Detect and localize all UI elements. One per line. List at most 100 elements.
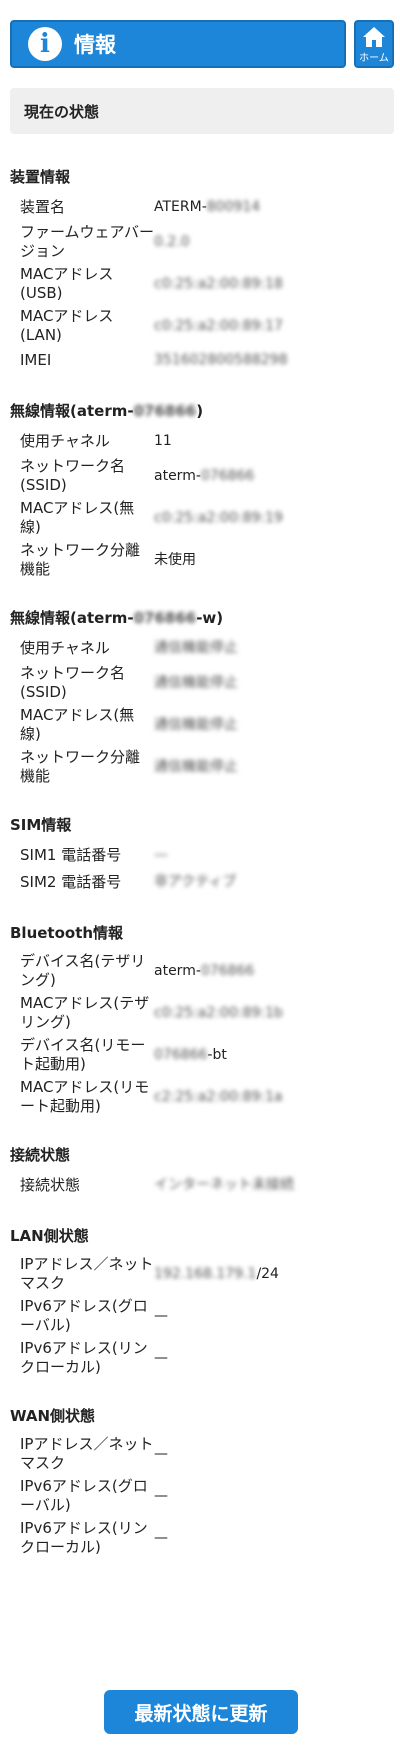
info-row: デバイス名(リモート起動用) 076866-bt <box>0 1034 400 1076</box>
row-label: MACアドレス(テザリング) <box>20 994 150 1031</box>
page-title: 情報 <box>74 33 116 57</box>
info-row: MACアドレス(無線) c0:25:a2:00:89:19 <box>0 497 400 539</box>
row-label: 接続状態 <box>20 1176 81 1194</box>
info-row: IPv6アドレス(リンクローカル) — <box>0 1517 400 1559</box>
row-value-redacted: 076866 <box>200 467 255 484</box>
row-label: MACアドレス(LAN) <box>20 307 114 344</box>
row-value-redacted: c0:25:a2:00:89:18 <box>154 275 283 292</box>
row-value-redacted: c2:25:a2:00:89:1a <box>154 1088 283 1105</box>
section-title-text: 装置情報 <box>10 168 71 186</box>
row-label: IMEI <box>20 351 52 369</box>
home-button[interactable]: ホーム <box>354 20 394 68</box>
row-value-text: — <box>154 1445 168 1462</box>
row-value: 通信機能停止 <box>154 758 400 777</box>
home-label: ホーム <box>359 53 389 64</box>
row-value: 通信機能停止 <box>154 674 400 693</box>
row-value-text: 未使用 <box>154 551 196 568</box>
info-section: SIM情報 SIM1 電話番号 — SIM2 電話番号 非アクティブ <box>0 808 400 896</box>
row-value-text: ATERM- <box>154 199 207 215</box>
row-value: 351602800588298 <box>154 351 400 370</box>
section-title-text: SIM情報 <box>10 816 72 834</box>
info-section: WAN側状態 IPアドレス／ネットマスク — IPv6アドレス(グローバル) — IPv6… <box>0 1399 400 1559</box>
row-label: MACアドレス(無線) <box>20 706 135 743</box>
row-label: ネットワーク名(SSID) <box>20 457 126 494</box>
row-value: c0:25:a2:00:89:18 <box>154 275 400 294</box>
row-value-text: aterm- <box>154 962 201 979</box>
row-value-redacted: インターネット未接続 <box>154 1177 294 1193</box>
row-label: 使用チャネル <box>20 639 110 657</box>
section-title: 無線情報(aterm-076866-w) <box>0 601 400 635</box>
row-label: ファームウェアバージョン <box>20 223 154 260</box>
row-value: 0.2.0 <box>154 233 400 252</box>
info-row: 使用チャネル 11 <box>0 428 400 455</box>
section-title-suffix: -w) <box>196 609 224 627</box>
info-row: IMEI 351602800588298 <box>0 347 400 374</box>
section-title: SIM情報 <box>0 808 400 842</box>
row-value: 11 <box>154 432 400 451</box>
info-row: SIM1 電話番号 — <box>0 842 400 869</box>
row-label: ネットワーク分離機能 <box>20 748 141 785</box>
row-value-redacted: 0.2.0 <box>154 233 190 250</box>
section-title-text: WAN側状態 <box>10 1407 96 1425</box>
info-section: 装置情報 装置名 ATERM-800914 ファームウェアバージョン 0.2.0 MACア… <box>0 160 400 374</box>
row-value: 通信機能停止 <box>154 639 400 658</box>
row-value: c0:25:a2:00:89:19 <box>154 509 400 528</box>
row-value-text: aterm- <box>154 467 201 484</box>
info-row: IPv6アドレス(グローバル) — <box>0 1475 400 1517</box>
info-row: ファームウェアバージョン 0.2.0 <box>0 221 400 263</box>
info-row: ネットワーク分離機能 未使用 <box>0 539 400 581</box>
row-value-redacted: c0:25:a2:00:89:19 <box>154 509 283 526</box>
row-value: — <box>154 846 400 865</box>
home-icon <box>363 27 385 47</box>
row-value: aterm-076866 <box>154 962 400 981</box>
row-label: 使用チャネル <box>20 432 110 450</box>
row-label: IPv6アドレス(リンクローカル) <box>20 1339 148 1376</box>
info-row: ネットワーク名(SSID) aterm-076866 <box>0 455 400 497</box>
row-value-redacted: 通信機能停止 <box>154 674 238 691</box>
section-title-text: 無線情報(aterm- <box>10 609 134 627</box>
row-label: SIM2 電話番号 <box>20 873 122 891</box>
row-value-text: — <box>154 1307 168 1324</box>
row-value: 192.168.179.1/24 <box>154 1265 400 1284</box>
row-label: デバイス名(テザリング) <box>20 952 146 989</box>
row-value: — <box>154 1445 400 1464</box>
info-row: 使用チャネル 通信機能停止 <box>0 635 400 662</box>
row-label: IPアドレス／ネットマスク <box>20 1255 154 1292</box>
section-title: 接続状態 <box>0 1138 400 1172</box>
row-value-text: — <box>154 1349 168 1366</box>
row-value-text: 11 <box>154 433 172 449</box>
info-section: 無線情報(aterm- 076866) 使用チャネル 11 ネットワーク名(SSID) a… <box>0 394 400 581</box>
info-row: 接続状態 インターネット未接続 <box>0 1172 400 1199</box>
row-value-redacted: c0:25:a2:00:89:1b <box>154 1004 283 1021</box>
row-value-text: — <box>154 1529 168 1546</box>
info-row: デバイス名(テザリング) aterm-076866 <box>0 950 400 992</box>
section-title-text: 無線情報(aterm- <box>10 402 134 420</box>
info-row: IPv6アドレス(グローバル) — <box>0 1295 400 1337</box>
info-row: MACアドレス(USB) c0:25:a2:00:89:18 <box>0 263 400 305</box>
info-row: SIM2 電話番号 非アクティブ <box>0 869 400 896</box>
info-row: 装置名 ATERM-800914 <box>0 194 400 221</box>
row-value-text: — <box>154 1487 168 1504</box>
row-value-redacted: 非アクティブ <box>154 874 237 890</box>
info-row: ネットワーク分離機能 通信機能停止 <box>0 746 400 788</box>
row-label: MACアドレス(USB) <box>20 265 114 302</box>
info-row: MACアドレス(テザリング) c0:25:a2:00:89:1b <box>0 992 400 1034</box>
row-value-redacted: 800914 <box>206 199 261 215</box>
row-value-text: -bt <box>207 1046 227 1063</box>
info-row: MACアドレス(リモート起動用) c2:25:a2:00:89:1a <box>0 1076 400 1118</box>
row-value-redacted: 通信機能停止 <box>154 758 238 775</box>
info-row: ネットワーク名(SSID) 通信機能停止 <box>0 662 400 704</box>
row-label: ネットワーク名(SSID) <box>20 664 126 701</box>
info-section: 接続状態 接続状態 インターネット未接続 <box>0 1138 400 1199</box>
row-value: — <box>154 1529 400 1548</box>
row-value-redacted: 192.168.179.1 <box>154 1265 257 1282</box>
row-value: ATERM-800914 <box>154 198 400 217</box>
info-row: MACアドレス(無線) 通信機能停止 <box>0 704 400 746</box>
row-label: SIM1 電話番号 <box>20 846 122 864</box>
section-title: Bluetooth情報 <box>0 916 400 950</box>
section-title-suffix: ) <box>196 402 204 420</box>
info-row: MACアドレス(LAN) c0:25:a2:00:89:17 <box>0 305 400 347</box>
row-value: c0:25:a2:00:89:17 <box>154 317 400 336</box>
row-value-redacted: c0:25:a2:00:89:17 <box>154 317 283 334</box>
refresh-button[interactable]: 最新状態に更新 <box>104 1690 298 1734</box>
